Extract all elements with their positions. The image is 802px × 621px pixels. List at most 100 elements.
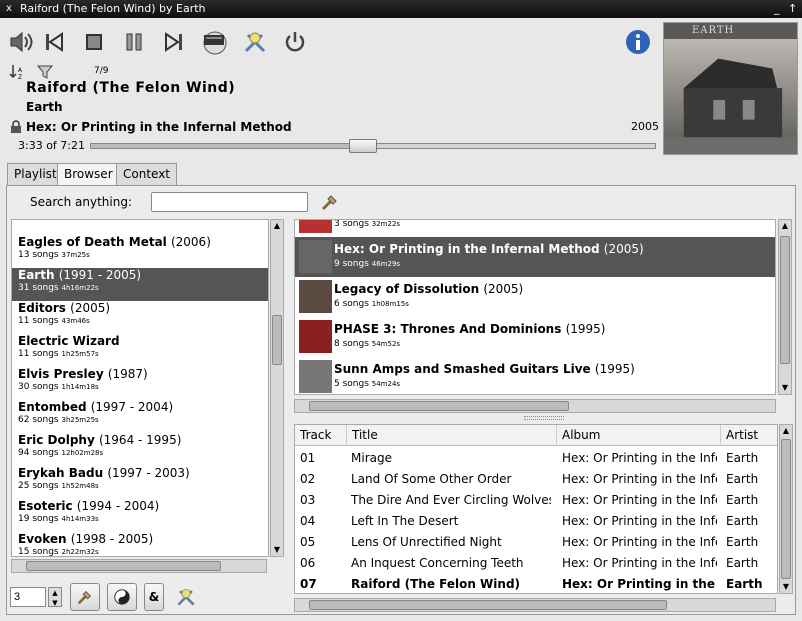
seek-fill bbox=[91, 144, 363, 148]
artist-list-item[interactable]: Esoteric (1994 - 2004) 19 songs 4h14m33s bbox=[12, 499, 268, 532]
artist-list-hscroll-thumb[interactable] bbox=[26, 561, 221, 571]
column-header-track[interactable]: Track bbox=[295, 425, 347, 446]
table-row[interactable]: 05 Lens Of Unrectified Night Hex: Or Print… bbox=[295, 531, 777, 552]
track-table-hscrollbar[interactable] bbox=[294, 598, 776, 612]
track-table[interactable]: Track Title Album Artist 01 Mirage Hex: Or… bbox=[294, 424, 778, 594]
track-title-cell: Left In The Desert bbox=[351, 514, 459, 528]
artist-list-item[interactable]: 18 songs 2h26m04s bbox=[12, 220, 268, 235]
album-list-hscroll-thumb[interactable] bbox=[309, 401, 569, 411]
song-count: 5 songs bbox=[334, 379, 369, 389]
minimize-window-button[interactable]: _ bbox=[774, 0, 780, 18]
table-row[interactable]: 01 Mirage Hex: Or Printing in the Infernal… bbox=[295, 447, 777, 468]
scroll-up-icon[interactable]: ▲ bbox=[271, 220, 283, 232]
song-count: 30 songs bbox=[18, 382, 59, 392]
pane-splitter[interactable] bbox=[524, 416, 564, 420]
scroll-up-icon[interactable]: ▲ bbox=[780, 425, 792, 437]
power-icon[interactable] bbox=[281, 28, 309, 56]
column-header-title[interactable]: Title bbox=[347, 425, 557, 446]
column-header-album[interactable]: Album bbox=[557, 425, 721, 446]
artist-list-item[interactable]: Editors (2005) 11 songs 43m46s bbox=[12, 301, 268, 334]
stop-icon[interactable] bbox=[80, 28, 108, 56]
quantity-stepper[interactable] bbox=[10, 587, 46, 607]
preferences-icon[interactable] bbox=[241, 28, 269, 56]
artist-list-scrollbar[interactable]: ▲ ▼ bbox=[270, 219, 284, 557]
seek-handle[interactable] bbox=[348, 139, 377, 153]
artist-list-item[interactable]: Electric Wizard 11 songs 1h25m57s bbox=[12, 334, 268, 367]
artist-list[interactable]: 18 songs 2h26m04sEagles of Death Metal (… bbox=[11, 219, 269, 557]
previous-icon[interactable] bbox=[40, 28, 68, 56]
filter-icon[interactable] bbox=[36, 63, 54, 81]
table-row[interactable]: 04 Left In The Desert Hex: Or Printing in … bbox=[295, 510, 777, 531]
duration: 3h25m25s bbox=[61, 416, 99, 424]
seek-slider[interactable] bbox=[90, 139, 656, 153]
next-icon[interactable] bbox=[160, 28, 188, 56]
scroll-down-icon[interactable]: ▼ bbox=[271, 544, 283, 556]
maximize-window-button[interactable]: ↑ bbox=[788, 0, 797, 18]
info-icon[interactable] bbox=[624, 28, 652, 56]
pause-icon[interactable] bbox=[120, 28, 148, 56]
table-row[interactable]: 06 An Inquest Concerning Teeth Hex: Or Pri… bbox=[295, 552, 777, 573]
artist-years: (1991 - 2005) bbox=[58, 268, 142, 282]
preferences-icon[interactable] bbox=[175, 586, 197, 608]
album-thumbnail bbox=[299, 240, 332, 273]
playlist-save-icon[interactable] bbox=[201, 28, 229, 56]
album-list-item[interactable]: Hex: Or Printing in the Infernal Method … bbox=[295, 237, 775, 277]
album-list-item[interactable]: Legacy of Dissolution (2005) 6 songs 1h08… bbox=[295, 277, 775, 317]
artist-list-item[interactable]: Evoken (1998 - 2005) 15 songs 2h22m32s bbox=[12, 532, 268, 556]
artist-list-hscrollbar[interactable] bbox=[11, 559, 267, 573]
album-list-item[interactable]: 3 songs 32m22s bbox=[295, 220, 775, 237]
table-row[interactable]: 02 Land Of Some Other Order Hex: Or Printi… bbox=[295, 468, 777, 489]
track-table-hscroll-thumb[interactable] bbox=[309, 600, 667, 610]
tab-playlist[interactable]: Playlist bbox=[7, 163, 64, 185]
cover-band-text: EARTH bbox=[664, 23, 797, 39]
duration: 46m29s bbox=[371, 260, 401, 268]
track-table-scrollbar[interactable]: ▲ ▼ bbox=[779, 424, 793, 594]
artist-list-item[interactable]: Erykah Badu (1997 - 2003) 25 songs 1h52m4… bbox=[12, 466, 268, 499]
artist-name: Eric Dolphy bbox=[18, 433, 95, 447]
artist-list-item[interactable]: Elvis Presley (1987) 30 songs 1h14m18s bbox=[12, 367, 268, 400]
scroll-down-icon[interactable]: ▼ bbox=[779, 382, 791, 394]
artist-title-line: Eric Dolphy (1964 - 1995) bbox=[18, 433, 268, 448]
yin-yang-icon bbox=[114, 589, 130, 605]
album-list[interactable]: 3 songs 32m22s Hex: Or Printing in the In… bbox=[294, 219, 776, 395]
table-row[interactable]: 07 Raiford (The Felon Wind) Hex: Or Printi… bbox=[295, 573, 777, 593]
duration: 43m46s bbox=[61, 317, 90, 325]
tab-context[interactable]: Context bbox=[116, 163, 178, 185]
volume-icon[interactable] bbox=[7, 28, 35, 56]
album-list-item[interactable]: Sunn Amps and Smashed Guitars Live (1995… bbox=[295, 357, 775, 394]
artist-list-item[interactable]: Eagles of Death Metal (2006) 13 songs 37m… bbox=[12, 235, 268, 268]
clear-search-icon[interactable] bbox=[320, 192, 340, 212]
track-artist-cell: Earth bbox=[726, 472, 759, 486]
album-list-scrollbar[interactable]: ▲ ▼ bbox=[778, 219, 792, 395]
tab-browser[interactable]: Browser bbox=[57, 163, 120, 186]
album-list-scroll-thumb[interactable] bbox=[780, 236, 790, 364]
artist-title-line: Eagles of Death Metal (2006) bbox=[18, 235, 268, 250]
album-title-line: Hex: Or Printing in the Infernal Method … bbox=[334, 242, 644, 256]
artist-list-item[interactable]: Entombed (1997 - 2004) 62 songs 3h25m25s bbox=[12, 400, 268, 433]
artist-years: (1994 - 2004) bbox=[76, 499, 160, 513]
close-window-button[interactable]: x bbox=[6, 0, 12, 18]
artist-list-item[interactable]: Eric Dolphy (1964 - 1995) 94 songs 12h02m… bbox=[12, 433, 268, 466]
artist-song-count: 62 songs 3h25m25s bbox=[18, 415, 268, 426]
scroll-up-icon[interactable]: ▲ bbox=[779, 220, 791, 232]
artist-title-line: Entombed (1997 - 2004) bbox=[18, 400, 268, 415]
duration: 1h08m15s bbox=[371, 300, 409, 308]
album-list-item[interactable]: PHASE 3: Thrones And Dominions (1995) 8 s… bbox=[295, 317, 775, 357]
track-table-scroll-thumb[interactable] bbox=[781, 439, 791, 579]
stepper-arrows[interactable]: ▲ ▼ bbox=[48, 587, 62, 607]
random-mode-button[interactable] bbox=[107, 583, 137, 611]
table-row[interactable]: 03 The Dire And Ever Circling Wolves Hex: … bbox=[295, 489, 777, 510]
album-thumbnail bbox=[299, 320, 332, 353]
search-input[interactable] bbox=[151, 192, 308, 212]
and-button[interactable]: & bbox=[144, 583, 164, 611]
scroll-down-icon[interactable]: ▼ bbox=[780, 581, 792, 593]
broom-icon bbox=[77, 590, 92, 605]
artist-list-item[interactable]: Earth (1991 - 2005) 31 songs 4h16m22s bbox=[12, 268, 268, 301]
sort-icon[interactable]: AZ bbox=[9, 64, 25, 81]
now-playing-artist: Earth bbox=[26, 100, 63, 114]
clear-filter-button[interactable] bbox=[70, 583, 100, 611]
title-bar: x Raiford (The Felon Wind) by Earth _ ↑ bbox=[0, 0, 802, 18]
column-header-artist[interactable]: Artist bbox=[721, 425, 777, 446]
artist-list-scroll-thumb[interactable] bbox=[272, 315, 282, 365]
album-list-hscrollbar[interactable] bbox=[294, 399, 776, 413]
